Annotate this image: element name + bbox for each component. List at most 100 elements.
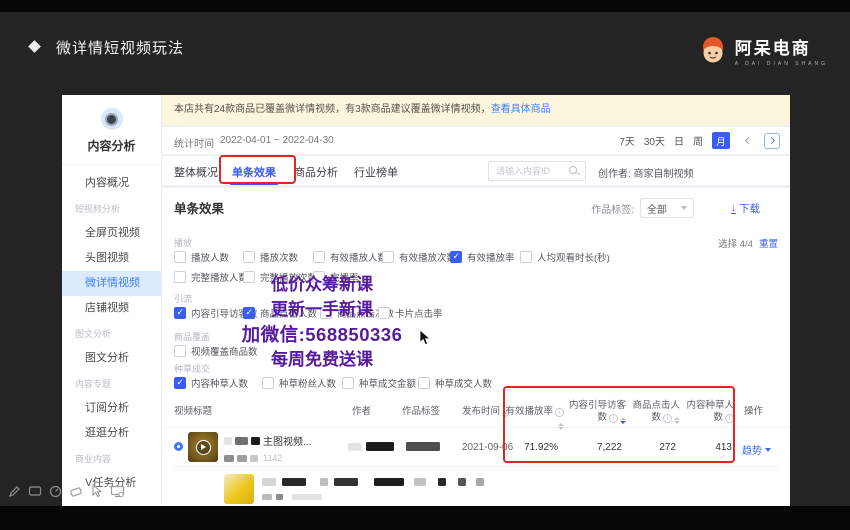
next-period-button[interactable] [764, 133, 780, 149]
table-row[interactable]: 主图视频... 1142 2021-09-06 71.92% [162, 428, 790, 466]
work-tag-select[interactable]: 全部 [640, 198, 694, 218]
range-week-button[interactable]: 周 [693, 133, 703, 148]
mouse-cursor-icon [419, 329, 431, 351]
checkbox-card-ctr[interactable]: 卡片点击率 [378, 306, 443, 320]
chevron-left-icon [744, 137, 751, 144]
info-icon[interactable] [555, 408, 564, 417]
sidebar-item-guangguang-analysis[interactable]: 逛逛分析 [62, 421, 161, 446]
select-arrow-icon[interactable] [90, 484, 103, 498]
checkbox-play-users[interactable]: 播放人数 [174, 250, 229, 264]
range-7d-button[interactable]: 7天 [619, 133, 635, 148]
redacted-text [262, 478, 276, 486]
main-area: 本店共有24款商品已覆盖微详情视频，有3款商品建议覆盖微详情视频，查看具体商品 … [162, 95, 790, 506]
rectangle-icon[interactable] [28, 485, 42, 497]
sidebar: 内容分析 内容概况 短视频分析 全屏页视频 头图视频 微详情视频 店铺视频 图文… [62, 95, 162, 506]
pen-icon[interactable] [8, 485, 21, 498]
redacted-text [250, 455, 258, 462]
tab-overall[interactable]: 整体概况 [174, 164, 218, 180]
avatar [101, 108, 123, 130]
redacted-tag [406, 442, 440, 451]
col-content-seeded-users[interactable]: 内容种草人数 [682, 400, 734, 424]
reset-button[interactable]: 重置 [759, 236, 778, 250]
prev-period-button[interactable] [739, 133, 755, 149]
row-select-icon[interactable] [174, 442, 183, 451]
col-effective-play-rate[interactable]: 有效播放率 [500, 406, 564, 430]
stat-time: 统计时间 2022-04-01 ~ 2022-04-30 [174, 135, 334, 150]
video-thumbnail[interactable] [188, 432, 218, 462]
mascot-icon [698, 36, 728, 66]
tab-product-analysis[interactable]: 商品分析 [294, 164, 338, 180]
group-label-coverage: 商品覆盖 [174, 330, 210, 343]
table-row[interactable] [162, 470, 790, 506]
checkbox-icon [313, 271, 325, 283]
work-tag-label: 作品标签: [591, 201, 634, 216]
checkbox-content-seeded-users[interactable]: 内容种草人数 [174, 376, 248, 390]
checkbox-checked-icon [243, 307, 255, 319]
diamond-icon [28, 40, 41, 53]
checkbox-icon [262, 377, 274, 389]
trend-button[interactable]: 趋势 [742, 442, 771, 457]
checkbox-video-covered-products[interactable]: 视频覆盖商品数 [174, 344, 258, 358]
checkbox-complete-play-count[interactable]: 完整播放次数 [243, 270, 317, 284]
eraser-icon[interactable] [69, 485, 83, 498]
col-product-click-users[interactable]: 商品点击人数 [628, 400, 680, 424]
col-video-title: 视频标题 [174, 406, 212, 418]
checkbox-product-click-users[interactable]: 商品点击人数 [243, 306, 317, 320]
creator-filter-label: 创作者: 商家自制视频 [598, 165, 694, 180]
info-icon[interactable] [725, 414, 734, 423]
redacted-text [237, 455, 247, 462]
range-day-button[interactable]: 日 [674, 133, 684, 148]
download-button[interactable]: 下载 [731, 201, 760, 216]
stat-time-label: 统计时间 [174, 135, 214, 150]
col-author: 作者 [352, 406, 371, 418]
checkbox-effective-play-count[interactable]: 有效播放次数 [382, 250, 456, 264]
sort-icon[interactable] [674, 417, 680, 424]
chevron-right-icon [767, 137, 774, 144]
checkbox-avg-watch-duration[interactable]: 人均观看时长(秒) [520, 250, 610, 264]
stat-date-range: 2022-04-01 ~ 2022-04-30 [220, 135, 334, 150]
screen-icon[interactable] [110, 485, 125, 498]
col-guided-visitors[interactable]: 内容引导访客数 [566, 400, 626, 424]
redacted-author [348, 443, 362, 451]
checkbox-play-count[interactable]: 播放次数 [243, 250, 298, 264]
sidebar-item-fullscreen-video[interactable]: 全屏页视频 [62, 221, 161, 246]
view-products-link[interactable]: 查看具体商品 [491, 104, 551, 115]
redacted-text [224, 455, 234, 462]
checkbox-seed-gmv[interactable]: 种草成交金额 [342, 376, 416, 390]
section-title: 单条效果 [174, 198, 224, 217]
active-tab-underline [230, 183, 278, 186]
sidebar-item-shop-video[interactable]: 店铺视频 [62, 296, 161, 321]
redacted-text [438, 478, 446, 486]
search-input[interactable] [489, 166, 568, 176]
search-icon[interactable] [568, 165, 580, 177]
tab-industry-ranking[interactable]: 行业榜单 [354, 164, 398, 180]
sort-desc-icon[interactable] [620, 417, 626, 424]
info-icon[interactable] [663, 414, 672, 423]
info-icon[interactable] [609, 414, 618, 423]
checkbox-effective-play-users[interactable]: 有效播放人数 [313, 250, 387, 264]
checkbox-icon [313, 251, 325, 263]
checkbox-seeded-fans[interactable]: 种草粉丝人数 [262, 376, 336, 390]
sidebar-section-short-video: 短视频分析 [62, 196, 161, 221]
redacted-text [224, 437, 232, 445]
checkbox-seed-buyers[interactable]: 种草成交人数 [418, 376, 492, 390]
redacted-text [320, 478, 328, 486]
sidebar-item-content-overview[interactable]: 内容概况 [62, 171, 161, 196]
checkbox-completion-rate[interactable]: 完播率 [313, 270, 359, 284]
checkbox-icon [174, 345, 186, 357]
sidebar-item-subscription-analysis[interactable]: 订阅分析 [62, 396, 161, 421]
video-thumbnail[interactable] [224, 474, 254, 504]
sidebar-item-micro-detail-video[interactable]: 微详情视频 [62, 271, 161, 296]
tab-single-item-effect[interactable]: 单条效果 [232, 164, 276, 180]
sidebar-item-image-text-analysis[interactable]: 图文分析 [62, 346, 161, 371]
checkbox-effective-play-rate[interactable]: 有效播放率 [450, 250, 515, 264]
checkbox-complete-play-users[interactable]: 完整播放人数 [174, 270, 248, 284]
redacted-text [276, 494, 283, 500]
checkbox-icon [378, 307, 390, 319]
range-30d-button[interactable]: 30天 [644, 133, 665, 148]
selection-info: 选择 4/4 重置 [718, 236, 778, 250]
compass-icon[interactable] [49, 485, 62, 498]
redacted-text [235, 437, 248, 445]
range-month-button[interactable]: 月 [712, 132, 730, 149]
sidebar-item-header-video[interactable]: 头图视频 [62, 246, 161, 271]
